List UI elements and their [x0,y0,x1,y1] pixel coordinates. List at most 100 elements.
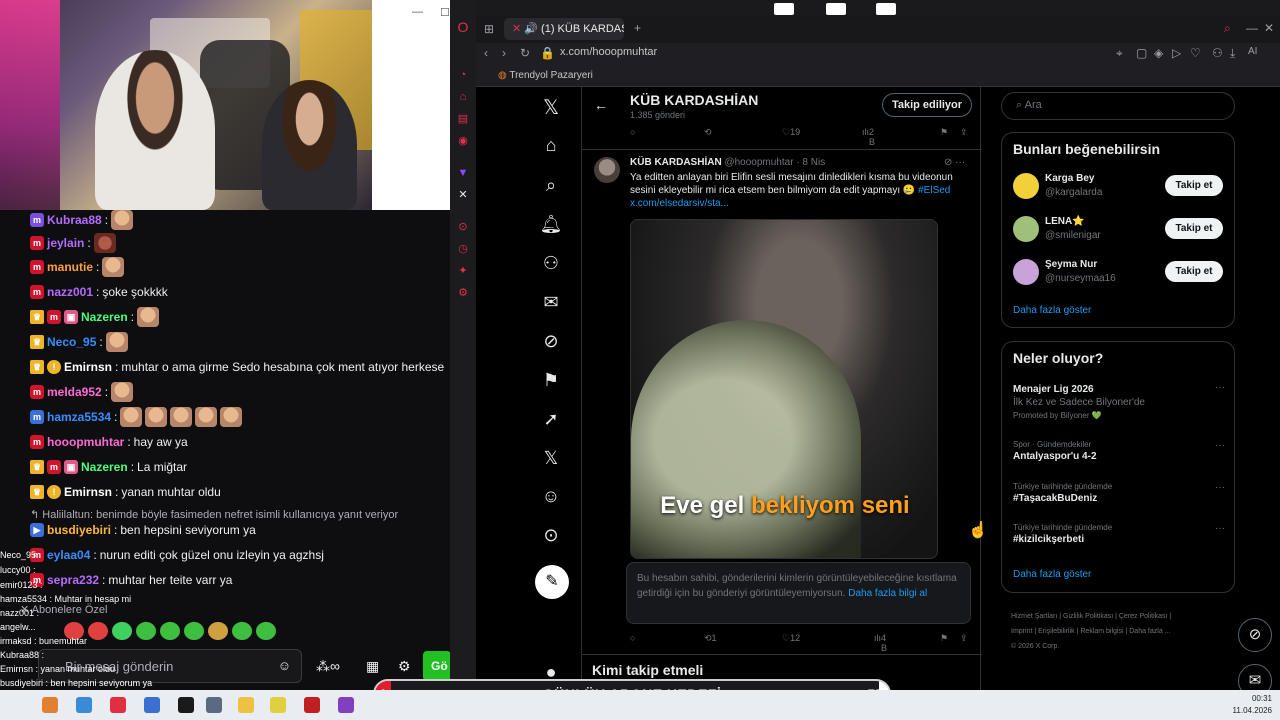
suggestion-item[interactable]: Şeyma Nur @nurseymaa16 Takip et [1013,259,1225,287]
like-button[interactable]: ♡ 12 [782,633,800,644]
post-handle[interactable]: @hooopmuhtar [724,157,793,168]
chat-username[interactable]: manutie [47,260,93,274]
premium-icon[interactable]: 𝕏 [536,448,566,474]
more-options-icon[interactable]: ··· [1215,440,1225,451]
show-more-link[interactable]: Daha fazla göster [1013,305,1091,316]
discord-icon[interactable] [338,697,354,713]
grok-icon[interactable]: ⊘ [944,157,952,168]
calculator-icon[interactable] [206,697,222,713]
chat-username[interactable]: hooopmuhtar [47,435,124,449]
chat-username[interactable]: busdiyebiri [47,523,111,537]
bits-icon[interactable]: ⁂∞ [316,658,340,675]
close-window-icon[interactable]: ✕ [1264,21,1274,35]
emote-icon[interactable] [88,622,108,640]
chat-username[interactable]: eylaa04 [47,548,90,562]
post-link[interactable]: x.com/elsedarsiv/sta... [630,198,729,209]
bookmark-trendyol[interactable]: Trendyol Pazaryeri [509,70,593,81]
settings-icon[interactable]: ⚙ [456,286,470,300]
chat-username[interactable]: Nazeren [81,310,128,324]
learn-more-link[interactable]: Daha fazla bilgi al [848,588,927,599]
twitch-icon[interactable]: ▼ [456,166,470,180]
store-icon[interactable]: ▦ [366,658,379,675]
emoji-icon[interactable]: ☺ [278,658,291,673]
chat-username[interactable]: Nazeren [81,460,128,474]
trend-item[interactable]: Spor · Gündemdekiler Antalyaspor'u 4-2 ·… [1013,440,1225,462]
speed-dial-icon[interactable]: ◔ [456,68,470,82]
app-icon[interactable] [42,697,58,713]
bookmark-icon[interactable]: ⚑ [940,127,948,138]
chat-username[interactable]: sepra232 [47,573,99,587]
emote-icon[interactable] [256,622,276,640]
download-icon[interactable]: ⤓ [1230,46,1235,61]
history-icon[interactable]: ◷ [456,242,470,256]
chat-username[interactable]: Emirnsn [64,360,112,374]
bookmark-icon[interactable]: ⚑ [940,633,948,644]
emote-icon[interactable] [232,622,252,640]
send-button[interactable]: Gö [423,651,451,681]
trend-item[interactable]: Türkiye tarihinde gündemde #TaşacakBuDen… [1013,482,1225,504]
follow-button[interactable]: Takip et [1165,218,1223,239]
notifications-icon[interactable]: 🔔︎ [536,214,566,240]
home-icon[interactable]: ⌂ [536,135,566,161]
footer-line[interactable]: Imprint | Erişilebilirlik | Reklam bilgi… [1011,624,1231,639]
aria-icon[interactable]: AI [1248,46,1257,57]
heart-icon[interactable]: ♡ [1190,46,1201,60]
chat-username[interactable]: nazz001 [47,285,93,299]
opera-icon[interactable] [110,697,126,713]
profile-icon[interactable]: ☺ [536,486,566,512]
file-icon[interactable] [876,3,896,15]
new-tab-icon[interactable]: + [634,21,641,35]
profile-icon[interactable]: ⚇ [1212,46,1223,60]
views-button[interactable]: ılı 2 B [862,127,875,147]
jobs-icon[interactable]: ➚ [536,409,566,435]
emote-icon[interactable] [160,622,180,640]
explore-icon[interactable]: ⌕ [536,175,566,201]
emote-icon[interactable] [184,622,204,640]
messenger-icon[interactable]: ▤ [456,112,470,126]
extensions-icon[interactable]: ✦ [456,264,470,278]
reply-icon[interactable]: ○ [630,633,635,643]
search-input[interactable]: ⌕ Ara [1001,92,1235,120]
follow-people-icon[interactable]: ⚇ [536,253,566,279]
messages-icon[interactable]: ✉ [536,292,566,318]
views-button[interactable]: ılı 4 B [874,633,887,653]
retweet-button[interactable]: ⟲ 1 [704,633,717,644]
app-icon[interactable] [144,697,160,713]
post-date[interactable]: · 8 Nis [796,157,825,168]
chat-username[interactable]: jeylain [47,236,84,250]
x-logo-icon[interactable]: 𝕏 [536,95,566,121]
whatsapp-icon[interactable]: ◉ [456,134,470,148]
share-icon[interactable]: ⇪ [960,127,968,138]
reload-icon[interactable]: ↻ [520,46,530,60]
emote-icon[interactable] [112,622,132,640]
emote-icon[interactable] [208,622,228,640]
grok-fab-button[interactable]: ⊘ [1238,618,1272,652]
back-icon[interactable]: ‹ [484,46,488,60]
tab-x-profile[interactable]: ✕ 🔊 (1) KÜB KARDASHİAN [504,18,624,40]
vpn-icon[interactable]: ◈ [1154,46,1163,60]
flow-icon[interactable]: ⊙ [456,220,470,234]
shop-icon[interactable]: ⌂ [456,90,470,104]
suggestion-item[interactable]: Karga Bey @kargalarda Takip et [1013,173,1225,201]
share-icon[interactable]: ⇪ [960,633,968,644]
more-options-icon[interactable]: ··· [1215,482,1225,493]
more-options-icon[interactable]: ··· [1215,382,1225,393]
chat-username[interactable]: melda952 [47,385,102,399]
lock-icon[interactable]: 🔒 [540,46,555,60]
settings-icon[interactable]: ⚙ [398,658,411,675]
minimize-icon[interactable]: — [1246,21,1258,35]
opera-logo-icon[interactable]: O [456,20,470,34]
bookmarks-icon[interactable]: ⚑ [536,370,566,396]
post-button[interactable]: ✎ [535,565,569,599]
footer-line[interactable]: Hizmet Şartları | Gizlilik Politikası | … [1011,609,1231,624]
player-icon[interactable]: ▷ [1172,46,1181,60]
search-tabs-icon[interactable]: ⌕ [1224,21,1231,36]
file-icon[interactable] [826,3,846,15]
minimize-icon[interactable]: — [412,6,423,18]
like-button[interactable]: ♡ 19 [782,127,800,138]
system-clock[interactable]: 00:31 11.04.2026 [1233,693,1272,717]
follow-button[interactable]: Takip et [1165,261,1223,282]
chat-username[interactable]: hamza5534 [47,410,111,424]
trend-item[interactable]: Türkiye tarihinde gündemde #kizilcikşerb… [1013,523,1225,545]
x-icon[interactable]: ✕ [456,188,470,202]
